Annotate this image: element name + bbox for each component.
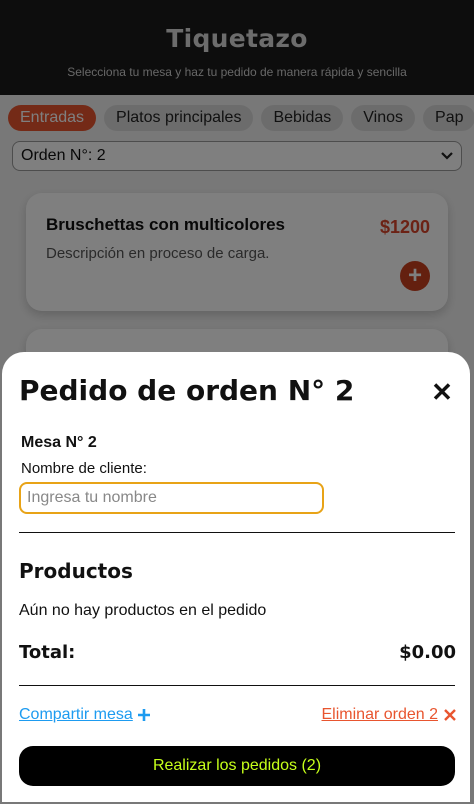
close-icon[interactable]: ✕ [428,378,456,406]
client-name-label: Nombre de cliente: [21,460,147,477]
client-name-input[interactable] [19,482,324,514]
table-number: Mesa N° 2 [21,434,97,451]
order-modal: Pedido de orden N° 2 ✕ Mesa N° 2 Nombre … [2,352,470,802]
empty-products-message: Aún no hay productos en el pedido [19,602,267,619]
total-value: $0.00 [399,642,456,663]
close-icon [444,707,456,723]
delete-order-link[interactable]: Eliminar orden 2 [322,706,457,724]
divider [19,685,455,686]
share-table-label: Compartir mesa [19,706,133,723]
divider [19,532,455,533]
delete-order-label: Eliminar orden 2 [321,706,439,723]
products-heading: Productos [19,559,133,583]
plus-icon [137,707,151,723]
submit-orders-button[interactable]: Realizar los pedidos (2) [19,746,455,786]
share-table-link[interactable]: Compartir mesa [19,706,151,724]
total-label: Total: [19,642,76,663]
modal-title: Pedido de orden N° 2 [19,374,355,407]
